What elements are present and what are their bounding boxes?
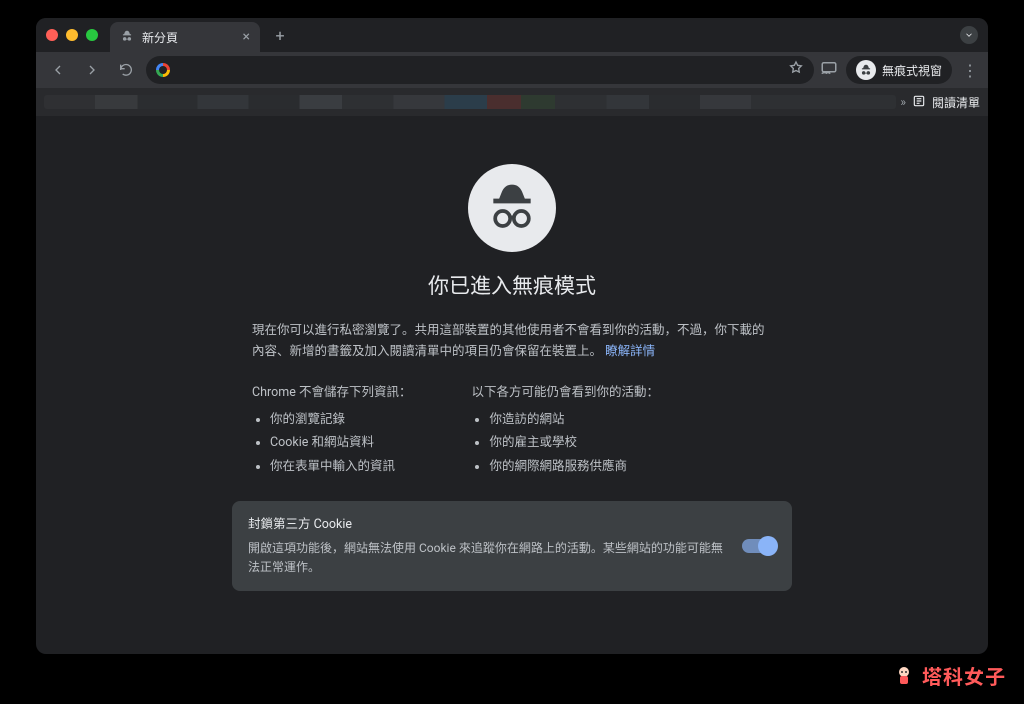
tab-overflow-button[interactable] [960, 26, 978, 44]
list-item: 你的雇主或學校 [489, 431, 659, 455]
cookie-title: 封鎖第三方 Cookie [248, 515, 726, 535]
cookie-toggle[interactable] [742, 539, 776, 553]
toolbar: 無痕式視窗 ⋮ [36, 52, 988, 88]
fullscreen-window-button[interactable] [86, 29, 98, 41]
watermark: 塔科女子 [892, 661, 1006, 690]
new-tab-button[interactable]: + [268, 23, 292, 47]
cookie-text: 封鎖第三方 Cookie 開啟這項功能後，網站無法使用 Cookie 來追蹤你在… [248, 515, 726, 577]
menu-button[interactable]: ⋮ [960, 61, 980, 80]
column-left: Chrome 不會儲存下列資訊： 你的瀏覽記錄 Cookie 和網站資料 你在表… [252, 381, 411, 479]
minimize-window-button[interactable] [66, 29, 78, 41]
incognito-badge-label: 無痕式視窗 [882, 62, 942, 79]
list-item: Cookie 和網站資料 [270, 431, 411, 455]
bookmarks-overflow-icon[interactable]: » [900, 95, 906, 109]
intro-paragraph: 現在你可以進行私密瀏覽了。共用這部裝置的其他使用者不會看到你的活動，不過，你下載… [252, 320, 772, 363]
bookmark-star-icon[interactable] [788, 60, 804, 80]
browser-tab[interactable]: 新分頁 × [110, 22, 260, 52]
watermark-text: 塔科女子 [922, 661, 1006, 690]
col-left-list: 你的瀏覽記錄 Cookie 和網站資料 你在表單中輸入的資訊 [252, 408, 411, 479]
column-right: 以下各方可能仍會看到你的活動： 你造訪的網站 你的雇主或學校 你的網際網路服務供… [471, 381, 659, 479]
reading-list-label[interactable]: 閱讀清單 [932, 94, 980, 111]
forward-button[interactable] [78, 56, 106, 84]
toolbar-right: 無痕式視窗 ⋮ [820, 56, 980, 84]
search-engine-icon [156, 63, 170, 77]
intro-text: 現在你可以進行私密瀏覽了。共用這部裝置的其他使用者不會看到你的活動，不過，你下載… [252, 323, 765, 359]
cast-icon[interactable] [820, 59, 838, 81]
bookmarks-bar: » 閱讀清單 [36, 88, 988, 116]
incognito-hero-icon [468, 164, 556, 252]
bookmarks-right: » 閱讀清單 [900, 94, 980, 111]
reload-button[interactable] [112, 56, 140, 84]
address-bar[interactable] [146, 56, 814, 84]
list-item: 你的網際網路服務供應商 [489, 455, 659, 479]
titlebar: 新分頁 × + [36, 18, 988, 52]
list-item: 你造訪的網站 [489, 408, 659, 432]
close-tab-button[interactable]: × [243, 29, 250, 45]
address-input[interactable] [176, 63, 782, 78]
cookie-card: 封鎖第三方 Cookie 開啟這項功能後，網站無法使用 Cookie 來追蹤你在… [232, 501, 792, 591]
bookmarks-blurred [44, 95, 896, 109]
incognito-badge[interactable]: 無痕式視窗 [846, 56, 952, 84]
cookie-desc: 開啟這項功能後，網站無法使用 Cookie 來追蹤你在網路上的活動。某些網站的功… [248, 539, 726, 577]
mascot-icon [892, 664, 916, 688]
reading-list-icon[interactable] [912, 94, 926, 111]
window-controls [46, 29, 98, 41]
learn-more-link[interactable]: 瞭解詳情 [605, 344, 655, 359]
col-left-title: Chrome 不會儲存下列資訊： [252, 381, 411, 400]
page-content: 你已進入無痕模式 現在你可以進行私密瀏覽了。共用這部裝置的其他使用者不會看到你的… [36, 116, 988, 654]
col-right-list: 你造訪的網站 你的雇主或學校 你的網際網路服務供應商 [471, 408, 659, 479]
info-columns: Chrome 不會儲存下列資訊： 你的瀏覽記錄 Cookie 和網站資料 你在表… [252, 381, 772, 479]
tab-title: 新分頁 [142, 29, 178, 46]
browser-window: 新分頁 × + [36, 18, 988, 654]
back-button[interactable] [44, 56, 72, 84]
page-heading: 你已進入無痕模式 [428, 270, 596, 300]
close-window-button[interactable] [46, 29, 58, 41]
col-right-title: 以下各方可能仍會看到你的活動： [471, 381, 659, 400]
list-item: 你的瀏覽記錄 [270, 408, 411, 432]
list-item: 你在表單中輸入的資訊 [270, 455, 411, 479]
incognito-icon [856, 60, 876, 80]
incognito-icon [120, 29, 134, 46]
